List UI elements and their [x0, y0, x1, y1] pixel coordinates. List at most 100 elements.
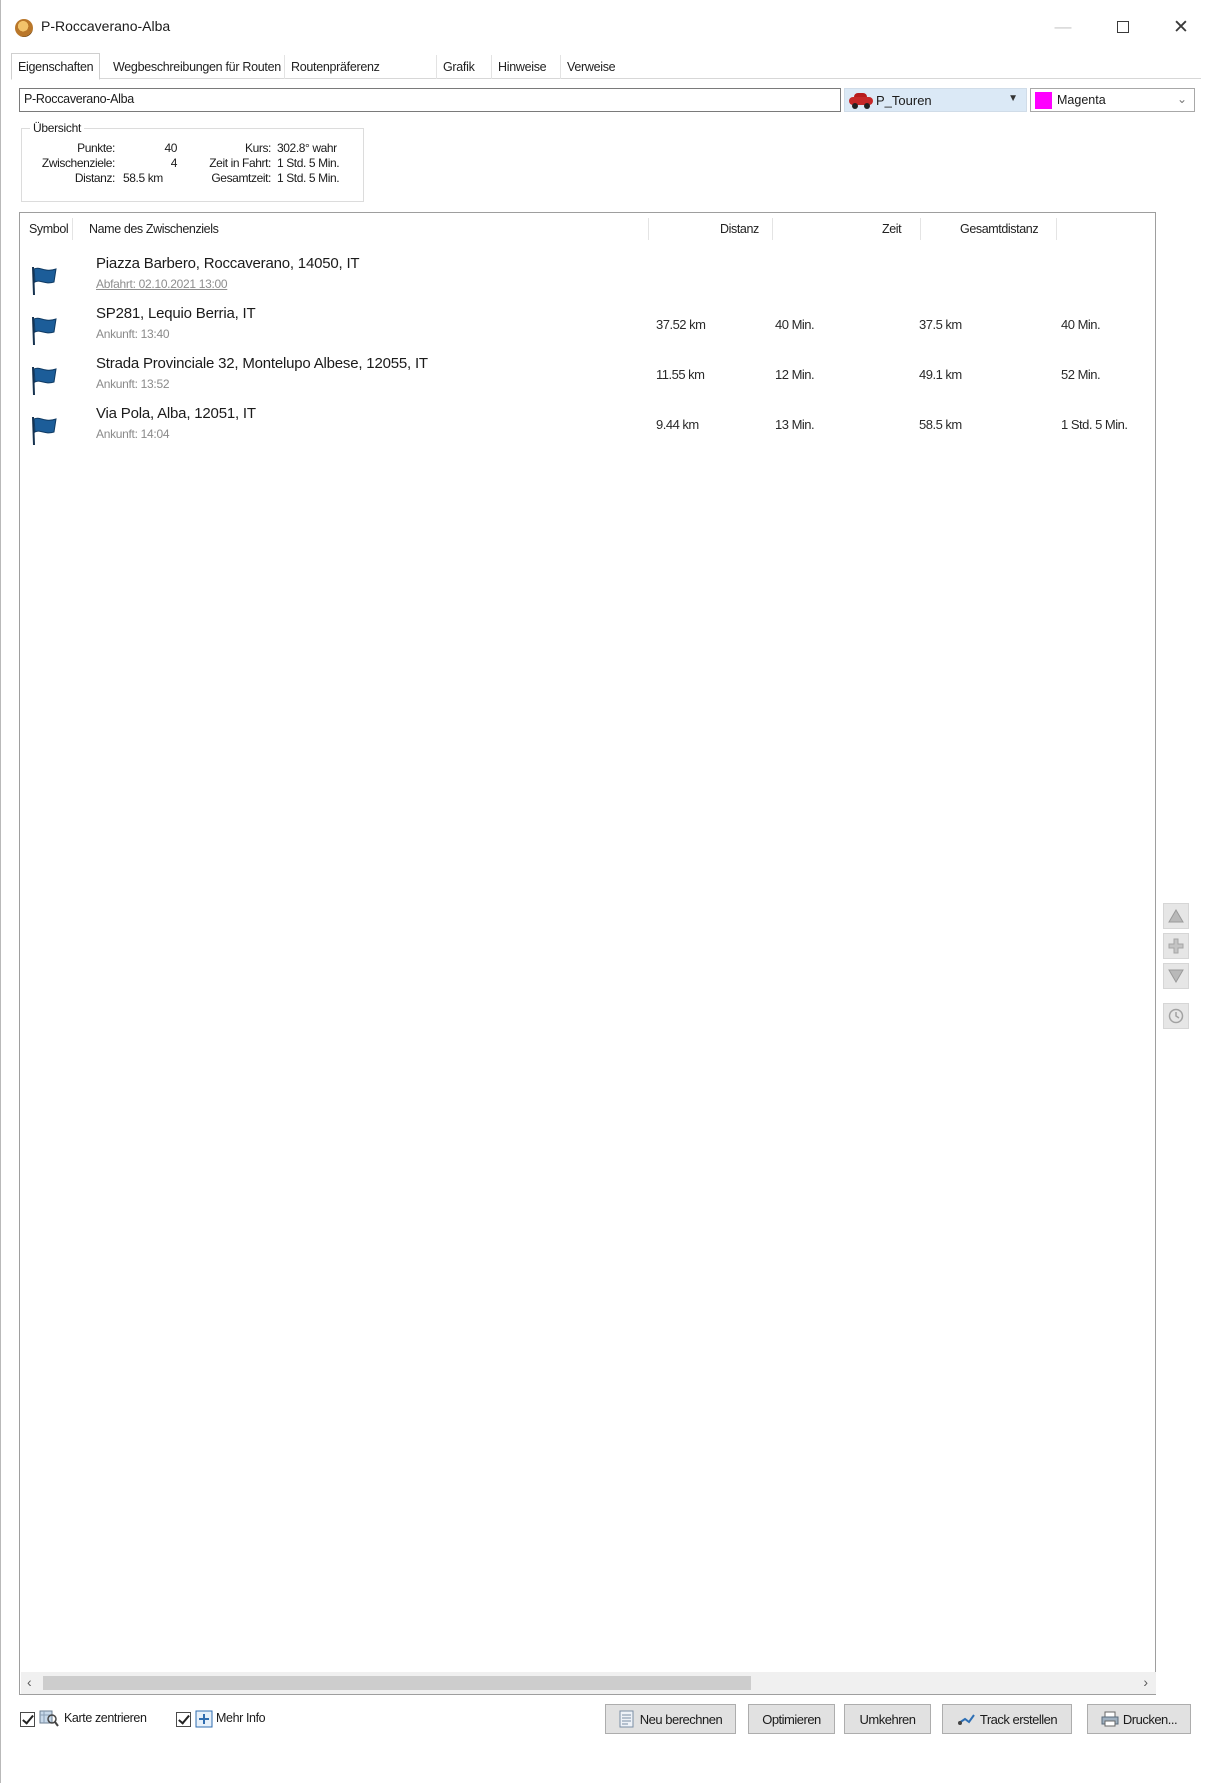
tab-verweise[interactable]: Verweise	[560, 55, 621, 79]
blue-flag-icon	[32, 417, 57, 445]
waypoints-label: Zwischenziele:	[41, 156, 116, 170]
scroll-left-icon[interactable]: ‹	[27, 1674, 32, 1690]
clock-icon	[1168, 1008, 1184, 1024]
waypoint-name: Via Pola, Alba, 12051, IT	[96, 405, 256, 422]
total-time: 52 Min.	[1061, 367, 1101, 382]
map-magnifier-icon	[39, 1710, 59, 1727]
leg-time: 12 Min.	[775, 367, 815, 382]
leg-time: 40 Min.	[775, 317, 815, 332]
total-distance: 49.1 km	[919, 367, 962, 382]
overview-group: Übersicht Punkte: 40 Zwischenziele: 4 Di…	[21, 121, 364, 202]
waypoint-row[interactable]: Via Pola, Alba, 12051, IT Ankunft: 14:04…	[20, 403, 1155, 453]
add-icon	[1168, 938, 1184, 954]
center-map-label: Karte zentrieren	[64, 1711, 147, 1725]
waypoint-name: Strada Provinciale 32, Montelupo Albese,…	[96, 355, 428, 372]
printer-icon	[1101, 1711, 1119, 1727]
schedule-button[interactable]	[1163, 1003, 1189, 1029]
more-info-checkbox[interactable]	[176, 1712, 191, 1727]
column-header-time[interactable]: Zeit	[882, 222, 902, 236]
profile-label: P_Touren	[876, 92, 932, 108]
title-bar: P-Roccaverano-Alba — ✕	[1, 0, 1208, 52]
blue-flag-icon	[32, 317, 57, 345]
move-up-icon	[1168, 909, 1184, 923]
maximize-button[interactable]	[1101, 10, 1145, 44]
waypoint-name: SP281, Lequio Berria, IT	[96, 305, 256, 322]
leg-distance: 11.55 km	[656, 367, 705, 382]
print-button[interactable]: Drucken...	[1087, 1704, 1191, 1734]
leg-distance: 9.44 km	[656, 417, 699, 432]
color-label: Magenta	[1057, 93, 1106, 107]
tab-routenpraeferenz[interactable]: Routenpräferenz	[284, 55, 386, 79]
total-time: 1 Std. 5 Min.	[1061, 417, 1128, 432]
total-time: 40 Min.	[1061, 317, 1101, 332]
arrival-time: Ankunft: 14:04	[96, 427, 170, 441]
chevron-down-icon: ⌄	[1176, 92, 1187, 106]
car-icon	[849, 93, 873, 109]
total-distance: 58.5 km	[919, 417, 962, 432]
center-map-checkbox[interactable]	[20, 1712, 35, 1727]
maximize-icon	[1117, 21, 1129, 33]
move-up-button[interactable]	[1163, 903, 1189, 929]
plus-info-icon	[195, 1710, 213, 1728]
window-title: P-Roccaverano-Alba	[41, 18, 171, 34]
scroll-right-icon[interactable]: ›	[1143, 1674, 1148, 1690]
overview-legend: Übersicht	[30, 121, 84, 135]
waypoint-list[interactable]: Symbol Name des Zwischenziels Distanz Ze…	[19, 212, 1156, 1695]
points-value: 40	[164, 141, 177, 155]
column-header-symbol[interactable]: Symbol	[29, 222, 69, 236]
app-globe-icon	[15, 19, 33, 37]
close-button[interactable]: ✕	[1159, 10, 1203, 44]
track-icon	[957, 1714, 975, 1725]
leg-time: 13 Min.	[775, 417, 815, 432]
tab-grafik[interactable]: Grafik	[436, 55, 481, 79]
distance-label: Distanz:	[74, 171, 116, 185]
course-value: 302.8° wahr	[277, 141, 337, 155]
waypoint-row[interactable]: Strada Provinciale 32, Montelupo Albese,…	[20, 353, 1155, 403]
course-label: Kurs:	[244, 141, 271, 155]
tab-strip: Eigenschaften Wegbeschreibungen für Rout…	[11, 53, 1201, 80]
column-header-name[interactable]: Name des Zwischenziels	[89, 222, 219, 236]
optimize-button[interactable]: Optimieren	[748, 1704, 835, 1734]
reverse-button[interactable]: Umkehren	[844, 1704, 931, 1734]
route-properties-window: P-Roccaverano-Alba — ✕ Eigenschaften Weg…	[0, 0, 1208, 1783]
recalculate-button[interactable]: Neu berechnen	[605, 1704, 736, 1734]
departure-time-link[interactable]: Abfahrt: 02.10.2021 13:00	[96, 277, 228, 291]
recalculate-label: Neu berechnen	[639, 1711, 723, 1727]
color-swatch	[1035, 91, 1052, 109]
waypoints-value: 4	[170, 156, 178, 170]
arrival-time: Ankunft: 13:52	[96, 377, 170, 391]
route-profile-dropdown[interactable]: P_Touren ▼	[844, 88, 1027, 112]
more-info-label: Mehr Info	[216, 1711, 266, 1725]
arrival-time: Ankunft: 13:40	[96, 327, 170, 341]
distance-value: 58.5 km	[123, 171, 163, 185]
column-header-distance[interactable]: Distanz	[720, 222, 759, 236]
total-time-label: Gesamtzeit:	[211, 171, 271, 185]
drive-time-label: Zeit in Fahrt:	[209, 156, 271, 170]
dropdown-arrow-icon: ▼	[1008, 93, 1018, 104]
move-down-icon	[1168, 969, 1184, 983]
tab-eigenschaften[interactable]: Eigenschaften	[11, 53, 101, 80]
column-header-total-distance[interactable]: Gesamtdistanz	[960, 222, 1039, 236]
print-label: Drucken...	[1122, 1711, 1178, 1727]
waypoint-row[interactable]: Piazza Barbero, Roccaverano, 14050, IT A…	[20, 253, 1155, 303]
waypoint-row[interactable]: SP281, Lequio Berria, IT Ankunft: 13:40 …	[20, 303, 1155, 353]
blue-flag-icon	[32, 267, 57, 295]
tab-wegbeschreibungen[interactable]: Wegbeschreibungen für Routen	[107, 55, 287, 79]
drive-time-value: 1 Std. 5 Min.	[277, 156, 340, 170]
route-name-field[interactable]: P-Roccaverano-Alba	[19, 88, 841, 112]
add-waypoint-button[interactable]	[1163, 933, 1189, 959]
tab-hinweise[interactable]: Hinweise	[491, 55, 552, 79]
route-color-dropdown[interactable]: Magenta ⌄	[1030, 88, 1195, 112]
move-down-button[interactable]	[1163, 963, 1189, 989]
total-distance: 37.5 km	[919, 317, 962, 332]
document-icon	[619, 1710, 634, 1728]
create-track-label: Track erstellen	[979, 1711, 1058, 1727]
total-time-value: 1 Std. 5 Min.	[277, 171, 340, 185]
create-track-button[interactable]: Track erstellen	[942, 1704, 1072, 1734]
horizontal-scrollbar[interactable]: ‹ ›	[21, 1672, 1156, 1694]
scrollbar-thumb[interactable]	[43, 1676, 751, 1690]
leg-distance: 37.52 km	[656, 317, 706, 332]
waypoint-name: Piazza Barbero, Roccaverano, 14050, IT	[96, 255, 360, 272]
minimize-button[interactable]: —	[1041, 10, 1085, 44]
points-label: Punkte:	[77, 141, 115, 155]
